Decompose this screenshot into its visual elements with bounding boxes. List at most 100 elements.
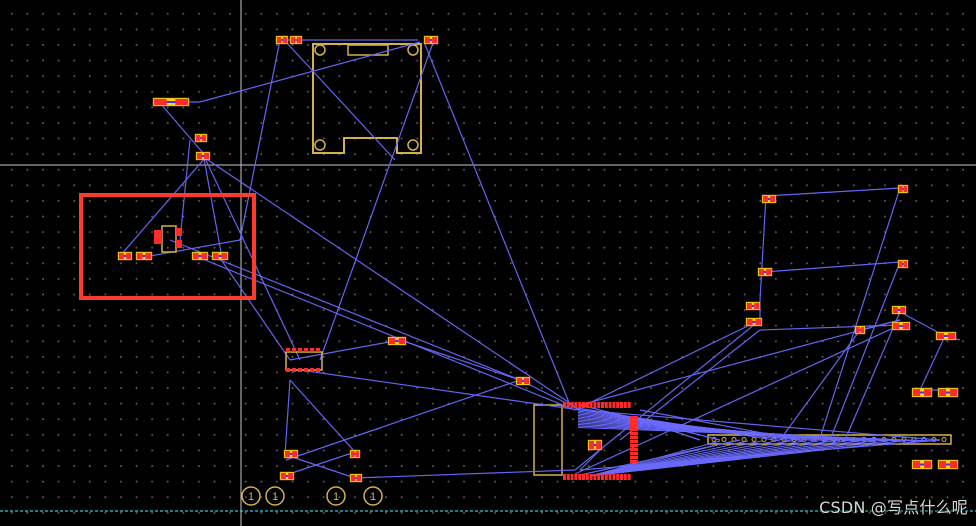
component-pad xyxy=(578,402,582,408)
component-pad xyxy=(601,474,604,480)
test-point-icon[interactable]: 1 xyxy=(241,486,261,506)
component-pad xyxy=(356,475,361,481)
ratsnest-line xyxy=(399,339,521,381)
component-pad xyxy=(630,460,638,463)
component-marker xyxy=(920,391,924,394)
smd-component-icon[interactable] xyxy=(191,251,209,261)
smd-component-icon[interactable] xyxy=(349,473,363,483)
component-pad xyxy=(176,240,182,248)
component-pad xyxy=(126,253,131,259)
component-pad xyxy=(630,440,638,443)
test-point-icon[interactable]: 1 xyxy=(363,486,383,506)
selected-component[interactable] xyxy=(154,225,182,253)
component-pad xyxy=(310,368,314,372)
ratsnest-layer xyxy=(119,39,961,479)
smd-component-icon[interactable] xyxy=(757,267,773,277)
component-pad xyxy=(770,196,775,202)
component-marker xyxy=(295,39,297,41)
selection-highlight-box xyxy=(79,193,256,300)
ratsnest-line xyxy=(819,187,901,439)
component-marker xyxy=(752,321,756,323)
component-pad xyxy=(566,474,570,480)
smd-component-icon[interactable] xyxy=(937,459,959,470)
component-pad xyxy=(924,461,931,468)
component-pad xyxy=(582,474,585,480)
smd-component-icon[interactable] xyxy=(135,251,153,261)
component-pad xyxy=(310,348,314,352)
smd-component-icon[interactable] xyxy=(745,301,761,311)
pcb-canvas[interactable]: 1 1 1 1 CSDN @写点什么呢 xyxy=(0,0,976,526)
component-marker xyxy=(920,463,924,466)
smd-component-icon[interactable] xyxy=(745,317,763,327)
smd-component-icon[interactable] xyxy=(423,35,439,45)
smd-component-icon[interactable] xyxy=(152,97,190,107)
silkscreen-layer xyxy=(312,43,952,476)
test-point-label: 1 xyxy=(370,491,376,503)
component-pad xyxy=(204,153,209,159)
component-pad xyxy=(623,474,627,480)
component-pad xyxy=(924,389,931,396)
smd-component-icon[interactable] xyxy=(349,449,361,459)
smd-component-icon[interactable] xyxy=(587,439,603,451)
component-pad xyxy=(570,474,574,480)
smd-component-icon[interactable] xyxy=(194,133,208,143)
smd-component-icon[interactable] xyxy=(211,251,229,261)
smd-component-icon[interactable] xyxy=(279,471,295,481)
smd-component-icon[interactable] xyxy=(761,194,777,204)
pcb-board-view[interactable]: 1 1 1 1 xyxy=(0,0,976,526)
component-pad xyxy=(755,319,761,325)
smd-component-icon[interactable] xyxy=(117,251,133,261)
component-pad xyxy=(304,348,308,352)
component-pad xyxy=(221,253,227,259)
component-pad xyxy=(196,135,201,141)
smd-component-icon[interactable] xyxy=(387,336,407,346)
smd-component-icon[interactable] xyxy=(911,387,933,398)
component-pad xyxy=(597,474,601,480)
component-pad xyxy=(597,402,601,408)
component-pad xyxy=(902,323,909,329)
component-pad xyxy=(630,428,638,431)
smd-component-icon[interactable] xyxy=(289,35,303,45)
component-pad xyxy=(578,474,582,480)
component-marker xyxy=(944,335,948,337)
smd-component-icon[interactable] xyxy=(275,35,289,45)
component-pad xyxy=(292,368,296,372)
component-pad xyxy=(282,37,287,43)
ratsnest-line xyxy=(579,319,901,406)
component-pad xyxy=(425,37,430,43)
component-pad xyxy=(585,474,589,480)
ratsnest-line xyxy=(199,41,421,103)
component-pad xyxy=(604,402,608,408)
component-pad xyxy=(596,441,601,449)
component-pad xyxy=(903,186,907,192)
component-pad xyxy=(630,420,638,423)
component-marker xyxy=(201,155,205,157)
component-pad xyxy=(763,196,768,202)
component-pad xyxy=(281,473,286,479)
module-outline xyxy=(312,43,422,154)
ratsnest-line xyxy=(765,187,901,197)
component-pad xyxy=(913,461,920,468)
connector-pad xyxy=(941,437,947,442)
smd-component-icon[interactable] xyxy=(891,305,907,315)
smd-component-icon[interactable] xyxy=(897,259,909,269)
test-point-icon[interactable]: 1 xyxy=(265,486,285,506)
smd-component-icon[interactable] xyxy=(891,321,911,331)
test-point-label: 1 xyxy=(248,491,254,503)
smd-component-icon[interactable] xyxy=(854,325,866,335)
test-point-icon[interactable]: 1 xyxy=(326,486,346,506)
smd-component-icon[interactable] xyxy=(195,151,211,161)
smd-component-icon[interactable] xyxy=(283,449,299,459)
component-pad xyxy=(304,368,308,372)
component-marker xyxy=(429,39,433,41)
component-marker xyxy=(166,101,176,103)
smd-component-icon[interactable] xyxy=(897,184,909,194)
smd-component-icon[interactable] xyxy=(937,387,959,398)
smd-component-icon[interactable] xyxy=(935,331,957,341)
component-pad xyxy=(939,389,946,396)
smd-component-icon[interactable] xyxy=(515,376,531,386)
component-pad xyxy=(213,253,219,259)
component-marker xyxy=(763,271,767,273)
smd-component-icon[interactable] xyxy=(911,459,933,470)
ratsnest-line xyxy=(919,335,946,391)
